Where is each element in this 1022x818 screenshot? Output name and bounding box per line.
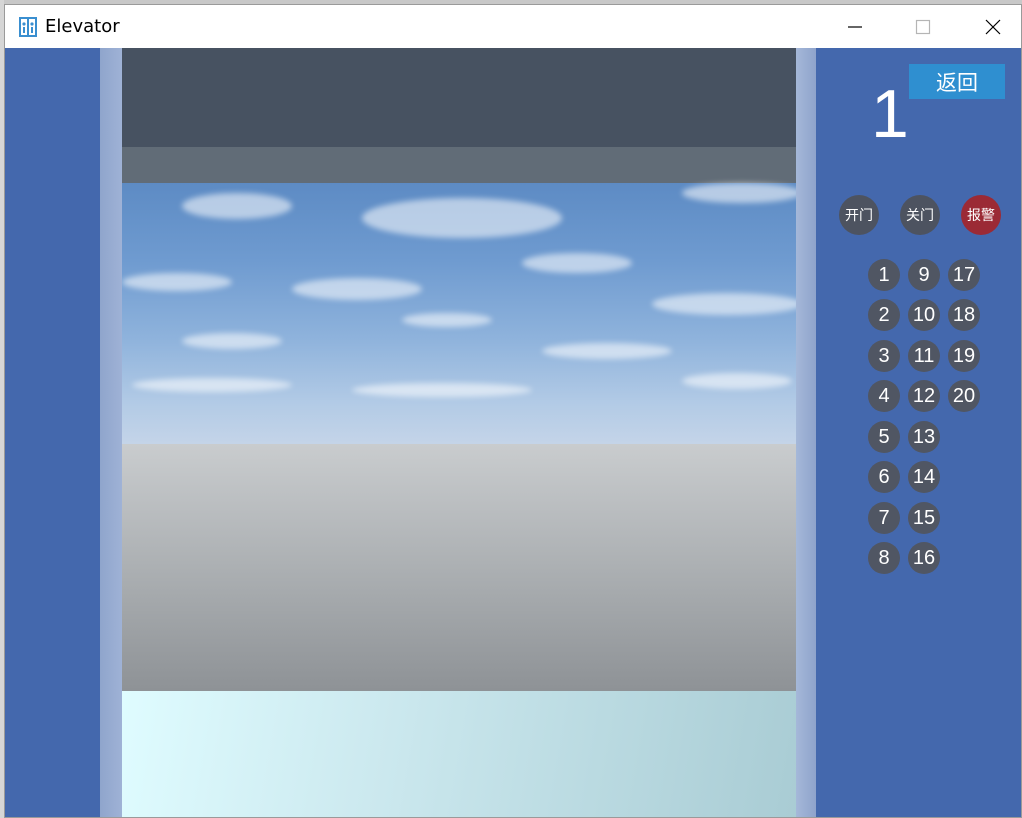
control-panel: 返回 1 开门 关门 报警 1 2 3 4 5 6 7 8 9 10 11 12… bbox=[816, 48, 1021, 817]
close-door-button[interactable]: 关门 bbox=[900, 195, 940, 235]
floor-button-20[interactable]: 20 bbox=[948, 380, 980, 412]
floor-button-6[interactable]: 6 bbox=[868, 461, 900, 493]
ground bbox=[122, 444, 796, 691]
elevator-icon bbox=[19, 16, 37, 37]
alarm-button[interactable]: 报警 bbox=[961, 195, 1001, 235]
back-button[interactable]: 返回 bbox=[909, 64, 1005, 99]
title-bar[interactable]: Elevator bbox=[5, 5, 1021, 48]
floor-button-10[interactable]: 10 bbox=[908, 299, 940, 331]
floor-button-15[interactable]: 15 bbox=[908, 502, 940, 534]
floor-button-2[interactable]: 2 bbox=[868, 299, 900, 331]
door-lintel bbox=[122, 147, 796, 183]
open-door-button[interactable]: 开门 bbox=[839, 195, 879, 235]
close-icon bbox=[985, 19, 1001, 34]
floor-button-18[interactable]: 18 bbox=[948, 299, 980, 331]
floor-button-8[interactable]: 8 bbox=[868, 542, 900, 574]
floor-button-4[interactable]: 4 bbox=[868, 380, 900, 412]
floor-button-13[interactable]: 13 bbox=[908, 421, 940, 453]
elevator-floor bbox=[122, 691, 796, 817]
current-floor-display: 1 bbox=[871, 76, 909, 152]
floor-button-9[interactable]: 9 bbox=[908, 259, 940, 291]
floor-button-17[interactable]: 17 bbox=[948, 259, 980, 291]
door-frame-right bbox=[796, 48, 816, 817]
maximize-icon bbox=[915, 19, 931, 34]
floor-button-5[interactable]: 5 bbox=[868, 421, 900, 453]
floor-button-16[interactable]: 16 bbox=[908, 542, 940, 574]
sky bbox=[122, 183, 796, 444]
maximize-button[interactable] bbox=[888, 5, 958, 48]
floor-button-3[interactable]: 3 bbox=[868, 340, 900, 372]
game-view[interactable]: 返回 1 开门 关门 报警 1 2 3 4 5 6 7 8 9 10 11 12… bbox=[5, 48, 1021, 817]
floor-button-11[interactable]: 11 bbox=[908, 340, 940, 372]
floor-button-19[interactable]: 19 bbox=[948, 340, 980, 372]
door-frame-left bbox=[100, 48, 122, 817]
minimize-icon bbox=[848, 25, 862, 28]
floor-button-7[interactable]: 7 bbox=[868, 502, 900, 534]
ceiling bbox=[122, 48, 796, 147]
elevator-left-wall bbox=[5, 48, 100, 817]
floor-button-12[interactable]: 12 bbox=[908, 380, 940, 412]
floor-button-1[interactable]: 1 bbox=[868, 259, 900, 291]
floor-button-14[interactable]: 14 bbox=[908, 461, 940, 493]
close-button[interactable] bbox=[958, 5, 1022, 48]
window-title: Elevator bbox=[45, 16, 120, 37]
elevator-doorway-view bbox=[122, 48, 796, 817]
minimize-button[interactable] bbox=[820, 5, 890, 48]
elevator-window: Elevator 返回 1 开门 关门 报警 1 2 3 4 5 6 7 8 9… bbox=[4, 4, 1022, 818]
